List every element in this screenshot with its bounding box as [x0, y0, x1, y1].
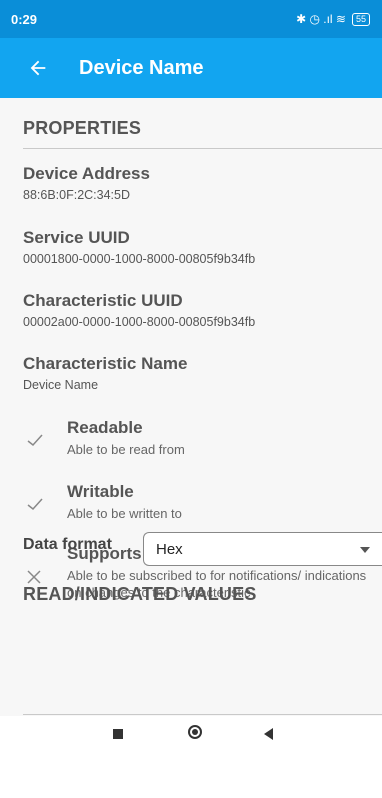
data-format-label: Data format [23, 536, 112, 553]
field-value: Device Name [23, 378, 99, 392]
service-uuid-field: Service UUID 00001800-0000-1000-8000-008… [0, 228, 255, 266]
field-label: Service UUID [23, 228, 130, 247]
device-address-field: Device Address 88:6B:0F:2C:34:5D [0, 164, 150, 202]
capability-description: Able to be read from [67, 442, 185, 457]
values-header: READ/INDICATED VALUES [23, 584, 257, 604]
capability-text: Writable Able to be written to [67, 482, 182, 522]
capability-text: Readable Able to be read from [67, 418, 185, 458]
recents-icon[interactable] [113, 729, 123, 739]
divider [23, 148, 382, 149]
capability-writable: Writable Able to be written to [0, 482, 382, 532]
check-icon [27, 498, 43, 511]
status-bar: 0:29 ✱ ◷ .ıl ≋ 55 [0, 0, 382, 38]
status-icon-glyphs: ✱ ◷ .ıl ≋ [296, 12, 346, 26]
characteristic-name-field: Characteristic Name Device Name [0, 354, 187, 392]
capability-readable: Readable Able to be read from [0, 418, 382, 468]
capability-title: Writable [67, 482, 134, 501]
capability-description: Able to be written to [67, 506, 182, 521]
field-label: Characteristic UUID [23, 291, 183, 310]
properties-header: PROPERTIES [23, 118, 142, 138]
battery-icon: 55 [351, 12, 370, 26]
home-icon[interactable] [188, 725, 202, 739]
check-icon [27, 434, 43, 447]
data-format-row: Data format [23, 536, 112, 554]
nav-back-icon[interactable] [264, 728, 273, 740]
field-label: Device Address [23, 164, 150, 183]
data-format-value: Hex [156, 540, 183, 558]
data-format-select[interactable]: Hex [143, 532, 382, 566]
dropdown-arrow-icon [360, 547, 370, 553]
field-value: 00002a00-0000-1000-8000-00805f9b34fb [23, 315, 256, 329]
capability-title: Readable [67, 418, 143, 437]
field-label: Characteristic Name [23, 354, 188, 373]
status-icons: ✱ ◷ .ıl ≋ 55 [296, 12, 370, 26]
app-bar: Device Name [0, 38, 382, 98]
system-nav-bar [0, 716, 382, 798]
back-arrow-icon[interactable] [27, 57, 49, 79]
page-title: Device Name [79, 56, 204, 79]
field-value: 88:6B:0F:2C:34:5D [23, 188, 131, 202]
content-scroll-area[interactable]: PROPERTIES Device Address 88:6B:0F:2C:34… [0, 98, 382, 716]
status-time: 0:29 [11, 11, 38, 27]
field-value: 00001800-0000-1000-8000-00805f9b34fb [23, 252, 256, 266]
divider [23, 714, 382, 715]
characteristic-uuid-field: Characteristic UUID 00002a00-0000-1000-8… [0, 291, 255, 329]
